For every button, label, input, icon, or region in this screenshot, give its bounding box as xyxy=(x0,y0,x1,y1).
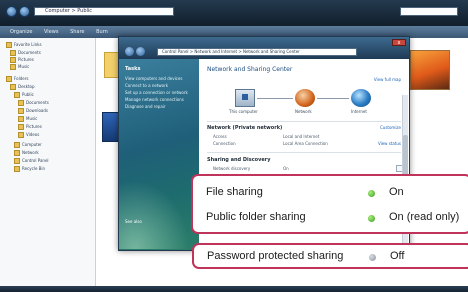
forward-arrow-icon[interactable] xyxy=(19,6,30,17)
see-also-heading: See also xyxy=(125,219,142,224)
access-value: Local and Internet xyxy=(283,134,320,139)
access-label: Access xyxy=(213,134,227,139)
network-icon xyxy=(295,89,315,107)
task-link[interactable]: View computers and devices xyxy=(125,76,195,81)
page-title: Network and Sharing Center xyxy=(207,66,293,73)
globe-icon xyxy=(351,89,371,107)
status-off-icon xyxy=(369,254,376,261)
explorer-titlebar: Computer > Public xyxy=(0,0,468,26)
decorative-swoosh xyxy=(119,169,199,249)
tree-item[interactable]: Control Panel xyxy=(14,158,49,164)
toolbar-share[interactable]: Share xyxy=(70,29,84,35)
network-heading: Network (Private network) xyxy=(207,125,283,131)
ns-address-bar[interactable]: Control Panel > Network and Internet > N… xyxy=(157,48,357,56)
ns-titlebar: Control Panel > Network and Internet > N… xyxy=(119,37,409,59)
customize-link[interactable]: Customize xyxy=(380,125,401,130)
tree-item[interactable]: Network xyxy=(14,150,39,156)
tree-item[interactable]: Public xyxy=(14,92,34,98)
view-full-map-link[interactable]: View full map xyxy=(374,77,401,82)
taskbar xyxy=(0,286,468,292)
tree-item[interactable]: Downloads xyxy=(18,108,48,114)
toolbar-views[interactable]: Views xyxy=(44,29,58,35)
tree-item[interactable]: Favorite Links xyxy=(6,42,42,48)
tree-item[interactable]: Pictures xyxy=(10,57,34,63)
connection-label: Connection xyxy=(213,141,236,146)
node-label-internet: Internet xyxy=(351,109,367,114)
connection-line xyxy=(257,98,293,99)
password-protected-sharing-label: Password protected sharing xyxy=(207,250,344,262)
network-discovery-label: Network discovery xyxy=(213,166,251,171)
navigation-pane: Favorite Links Documents Pictures Music … xyxy=(0,38,96,292)
toolbar-burn[interactable]: Burn xyxy=(96,29,108,35)
task-link[interactable]: Diagnose and repair xyxy=(125,104,195,109)
connection-value: Local Area Connection xyxy=(283,141,328,146)
back-arrow-icon[interactable] xyxy=(6,6,17,17)
view-status-link[interactable]: View status xyxy=(378,141,401,146)
task-link[interactable]: Set up a connection or network xyxy=(125,90,195,95)
network-discovery-value: On xyxy=(283,166,289,171)
sharing-heading: Sharing and Discovery xyxy=(207,157,271,163)
tree-item[interactable]: Documents xyxy=(18,100,49,106)
tree-item[interactable]: Music xyxy=(10,64,29,70)
sharing-callout: File sharing On Public folder sharing On… xyxy=(191,174,468,234)
node-label-network: Network xyxy=(295,109,312,114)
divider xyxy=(207,121,401,122)
explorer-search-input[interactable] xyxy=(400,7,458,16)
password-callout: Password protected sharing Off xyxy=(192,243,468,269)
tree-item[interactable]: Desktop xyxy=(10,84,35,90)
file-sharing-label: File sharing xyxy=(206,186,263,198)
close-button[interactable]: x xyxy=(392,39,406,46)
tree-item[interactable]: Computer xyxy=(14,142,42,148)
tasks-pane: Tasks View computers and devices Connect… xyxy=(119,59,199,250)
connection-line xyxy=(317,98,349,99)
divider xyxy=(207,152,401,153)
file-sharing-status[interactable]: On xyxy=(389,186,404,198)
picture-thumbnail[interactable] xyxy=(410,50,450,90)
tree-item[interactable]: Music xyxy=(18,116,37,122)
back-arrow-icon[interactable] xyxy=(125,47,134,56)
task-link[interactable]: Manage network connections xyxy=(125,97,195,102)
public-folder-sharing-status[interactable]: On (read only) xyxy=(389,211,459,223)
forward-arrow-icon[interactable] xyxy=(136,47,145,56)
tree-item[interactable]: Pictures xyxy=(18,124,42,130)
computer-icon xyxy=(235,89,255,107)
task-link[interactable]: Connect to a network xyxy=(125,83,195,88)
status-on-icon xyxy=(368,190,375,197)
toolbar-organize[interactable]: Organize xyxy=(10,29,32,35)
password-protected-sharing-status[interactable]: Off xyxy=(390,250,404,262)
public-folder-sharing-label: Public folder sharing xyxy=(206,211,306,223)
node-label-computer: This computer xyxy=(229,109,258,114)
explorer-address-bar[interactable]: Computer > Public xyxy=(34,7,174,16)
tree-item[interactable]: Recycle Bin xyxy=(14,166,45,172)
status-on-icon xyxy=(368,215,375,222)
tree-item[interactable]: Videos xyxy=(18,132,39,138)
tasks-heading: Tasks xyxy=(125,66,141,72)
tree-item[interactable]: Documents xyxy=(10,50,41,56)
tree-item[interactable]: Folders xyxy=(6,76,28,82)
